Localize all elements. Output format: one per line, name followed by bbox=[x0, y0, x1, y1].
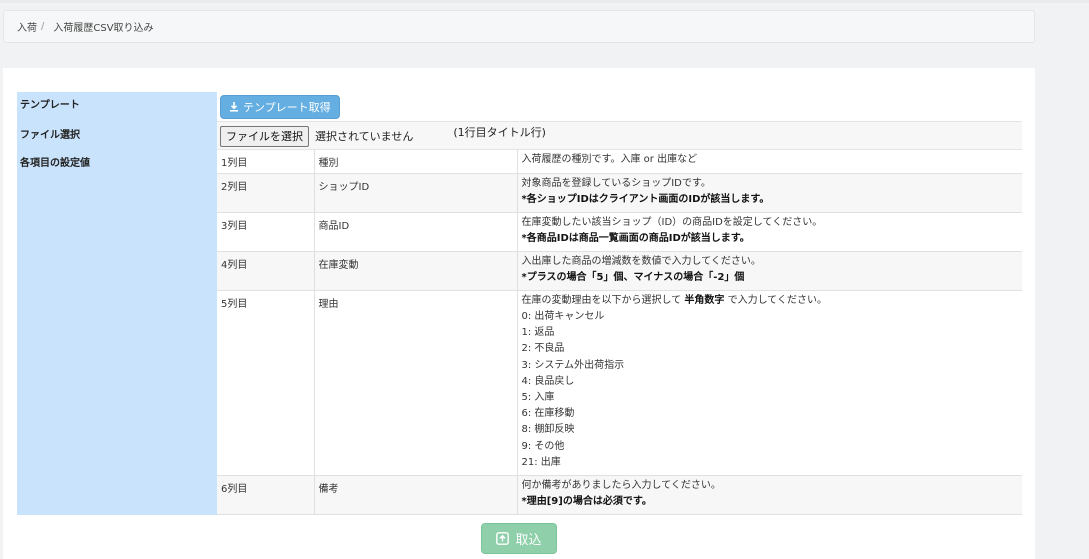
template-download-label: テンプレート取得 bbox=[243, 101, 331, 114]
import-button-label: 取込 bbox=[515, 533, 542, 548]
list-item: 6: 在庫移動 bbox=[521, 408, 575, 420]
file-status: 選択されていません bbox=[315, 130, 414, 143]
template-content: テンプレート取得 bbox=[217, 92, 1022, 122]
table-row: 1列目 種別 入荷履歴の種別です。入庫 or 出庫など bbox=[217, 150, 1022, 174]
col-index: 4列目 bbox=[217, 251, 315, 291]
col-desc-text: 入荷履歴の種別です。入庫 or 出庫など bbox=[521, 154, 698, 165]
col-index: 3列目 bbox=[217, 212, 315, 252]
breadcrumb: 入荷 / 入荷履歴CSV取り込み bbox=[3, 10, 1035, 43]
col-name: 備考 bbox=[314, 475, 518, 516]
upload-icon bbox=[496, 532, 510, 545]
list-item: 1: 返品 bbox=[521, 327, 555, 339]
table-row: 3列目 商品ID 在庫変動したい該当ショップ（ID）の商品IDを設定してください… bbox=[217, 212, 1022, 252]
reason-list: 0: 出荷キャンセル 1: 返品 2: 不良品 3: システム外出荷指示 4: … bbox=[522, 309, 1019, 471]
col-index: 2列目 bbox=[217, 173, 315, 213]
col-name: 商品ID bbox=[314, 212, 518, 252]
col-desc: 入出庫した商品の増減数を数値で入力してください。 *プラスの場合「5」個、マイナ… bbox=[517, 251, 1022, 291]
file-note: (1行目タイトル行) bbox=[453, 126, 546, 139]
table-row: 5列目 理由 在庫の変動理由を以下から選択して 半角数字 で入力してください。 … bbox=[217, 290, 1022, 477]
list-item: 2: 不良品 bbox=[521, 343, 565, 355]
reason-desc-bold: 半角数字 bbox=[684, 295, 725, 306]
import-form: テンプレート テンプレート取得 ファイル選択 ファイルを選択 選択されていません… bbox=[17, 92, 1022, 516]
list-item: 8: 棚卸反映 bbox=[521, 424, 575, 436]
table-row: 4列目 在庫変動 入出庫した商品の増減数を数値で入力してください。 *プラスの場… bbox=[217, 251, 1022, 291]
breadcrumb-item-arrival[interactable]: 入荷 bbox=[17, 19, 37, 34]
list-item: 5: 入庫 bbox=[521, 392, 555, 404]
col-name: 種別 bbox=[314, 150, 518, 174]
col-name: 理由 bbox=[314, 290, 518, 477]
file-row: ファイル選択 ファイルを選択 選択されていません (1行目タイトル行) bbox=[17, 122, 1022, 150]
template-row: テンプレート テンプレート取得 bbox=[17, 92, 1022, 122]
col-name: ショップID bbox=[314, 173, 518, 213]
breadcrumb-item-current: 入荷履歴CSV取り込み bbox=[53, 23, 154, 34]
col-desc-note: *プラスの場合「5」個、マイナスの場合「-2」個 bbox=[521, 272, 745, 283]
import-button[interactable]: 取込 bbox=[481, 523, 557, 554]
col-desc: 在庫変動したい該当ショップ（ID）の商品IDを設定してください。 *各商品IDは… bbox=[517, 212, 1022, 252]
col-index: 6列目 bbox=[217, 475, 315, 516]
col-desc: 何か備考がありましたら入力してください。 *理由[9]の場合は必須です。 bbox=[517, 475, 1022, 516]
col-desc: 対象商品を登録しているショップIDです。 *各ショップIDはクライアント画面のI… bbox=[517, 173, 1022, 213]
file-select-button[interactable]: ファイルを選択 bbox=[220, 125, 309, 147]
col-desc-note: *各商品IDは商品一覧画面の商品IDが該当します。 bbox=[521, 233, 750, 244]
reason-desc-suffix: で入力してください。 bbox=[727, 295, 827, 306]
col-desc-text: 在庫変動したい該当ショップ（ID）の商品IDを設定してください。 bbox=[521, 217, 823, 228]
file-content: ファイルを選択 選択されていません (1行目タイトル行) bbox=[217, 122, 1022, 150]
col-index: 5列目 bbox=[217, 290, 315, 477]
table-row: 6列目 備考 何か備考がありましたら入力してください。 *理由[9]の場合は必須… bbox=[217, 475, 1022, 516]
list-item: 3: システム外出荷指示 bbox=[521, 359, 625, 371]
list-item: 0: 出荷キャンセル bbox=[521, 311, 605, 322]
list-item: 21: 出庫 bbox=[521, 456, 561, 468]
top-strip bbox=[0, 0, 1089, 3]
settings-label: 各項目の設定値 bbox=[17, 150, 217, 516]
col-desc-text: 在庫の変動理由を以下から選択して 半角数字 で入力してください。 bbox=[522, 293, 1019, 309]
col-desc-text: 何か備考がありましたら入力してください。 bbox=[521, 480, 721, 492]
table-row: 2列目 ショップID 対象商品を登録しているショップIDです。 *各ショップID… bbox=[217, 173, 1022, 213]
breadcrumb-separator: / bbox=[41, 21, 45, 32]
main-panel: テンプレート テンプレート取得 ファイル選択 ファイルを選択 選択されていません… bbox=[3, 68, 1035, 559]
col-desc-note: *各ショップIDはクライアント画面のIDが該当します。 bbox=[521, 194, 770, 205]
list-item: 9: その他 bbox=[521, 440, 565, 452]
template-label: テンプレート bbox=[17, 92, 217, 122]
file-label: ファイル選択 bbox=[17, 122, 217, 150]
col-index: 1列目 bbox=[217, 150, 315, 174]
template-download-button[interactable]: テンプレート取得 bbox=[220, 95, 340, 119]
download-icon bbox=[230, 102, 238, 112]
col-desc-note: *理由[9]の場合は必須です。 bbox=[521, 496, 652, 508]
reason-desc-prefix: 在庫の変動理由を以下から選択して bbox=[521, 295, 682, 306]
col-name: 在庫変動 bbox=[314, 251, 518, 291]
col-desc: 入荷履歴の種別です。入庫 or 出庫など bbox=[517, 150, 1022, 174]
list-item: 4: 良品戻し bbox=[521, 375, 575, 387]
col-desc-text: 対象商品を登録しているショップIDです。 bbox=[521, 178, 711, 189]
col-desc-text: 入出庫した商品の増減数を数値で入力してください。 bbox=[521, 256, 761, 267]
file-input-wrap: ファイルを選択 選択されていません (1行目タイトル行) bbox=[217, 122, 1022, 150]
col-desc: 在庫の変動理由を以下から選択して 半角数字 で入力してください。 0: 出荷キャ… bbox=[517, 290, 1022, 477]
settings-table: 1列目 種別 入荷履歴の種別です。入庫 or 出庫など 2列目 ショップID 対… bbox=[217, 150, 1022, 516]
settings-row: 各項目の設定値 1列目 種別 入荷履歴の種別です。入庫 or 出庫など 2列目 … bbox=[17, 150, 1022, 516]
